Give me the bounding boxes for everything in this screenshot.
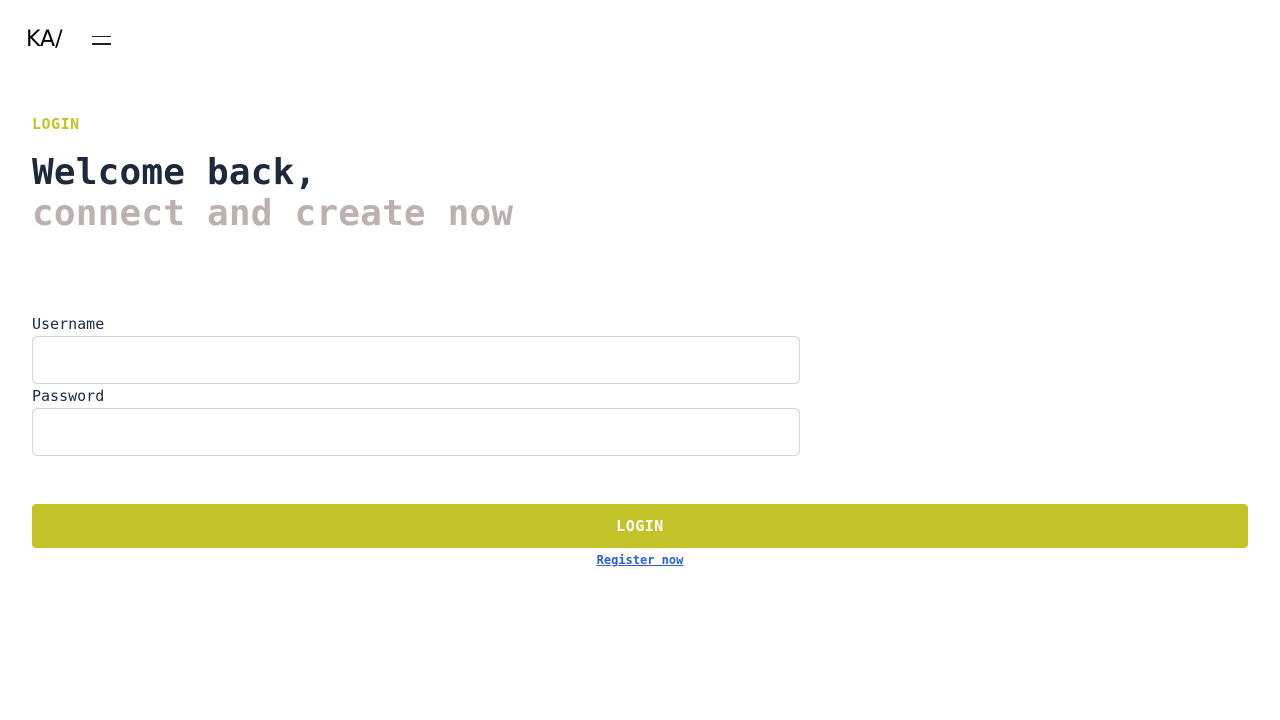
section-eyebrow: LOGIN <box>32 115 80 133</box>
password-label: Password <box>32 387 105 405</box>
username-label: Username <box>32 315 105 333</box>
headline-secondary: connect and create now <box>32 193 514 234</box>
logo[interactable]: KA/ <box>26 28 63 52</box>
menu-line <box>91 43 111 45</box>
hamburger-menu-icon[interactable] <box>91 32 112 48</box>
login-button[interactable]: LOGIN <box>32 504 1248 548</box>
page-title: Welcome back, connect and create now <box>32 152 513 234</box>
username-input[interactable] <box>32 336 800 384</box>
password-input[interactable] <box>32 408 800 456</box>
top-bar: KA/ <box>26 28 112 52</box>
register-link[interactable]: Register now <box>0 553 1280 567</box>
headline-primary: Welcome back, <box>32 152 317 193</box>
menu-line <box>91 35 111 37</box>
